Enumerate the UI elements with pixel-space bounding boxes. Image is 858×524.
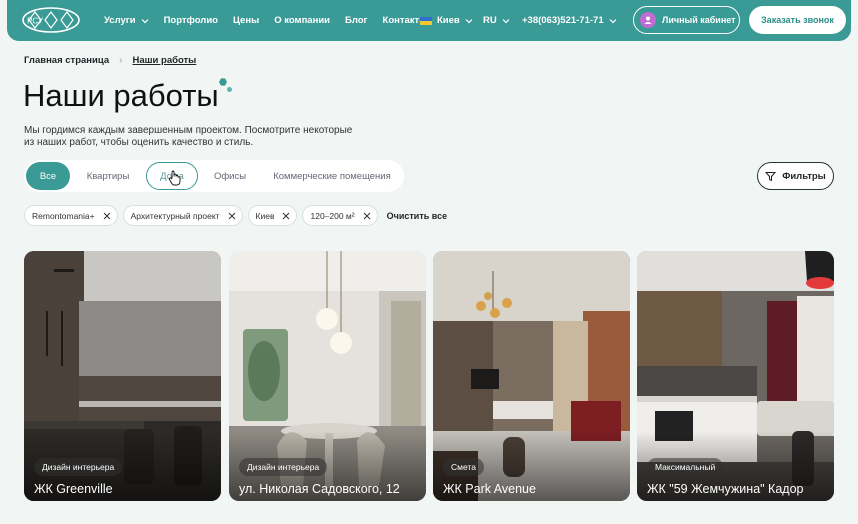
close-icon[interactable] [363, 212, 371, 220]
phone-label: +38(063)521-71-71 [522, 15, 604, 26]
nav-about-label: О компании [274, 15, 331, 26]
hexagon-decoration-icon [219, 78, 227, 86]
project-card[interactable]: Дизайн интерьера ул. Николая Садовского,… [229, 251, 426, 501]
filter-chip: Архитектурный проект [122, 205, 243, 226]
nav-prices[interactable]: Цены [233, 15, 259, 26]
nav-services[interactable]: Услуги [104, 15, 149, 26]
nav-services-label: Услуги [104, 15, 136, 26]
project-card[interactable]: Дизайн интерьера ЖК Greenville [24, 251, 221, 501]
card-title: ЖК Park Avenue [443, 482, 536, 496]
filter-chip-label: Киев [255, 210, 275, 221]
filter-chip: Remontomania+ [24, 205, 118, 226]
project-card[interactable]: Максимальный ЖК "59 Жемчужина" Кадор [637, 251, 834, 501]
close-icon[interactable] [282, 212, 290, 220]
filters-button[interactable]: Фильтры [757, 162, 834, 190]
nav-about[interactable]: О компании [274, 15, 330, 26]
chevron-down-icon [465, 18, 473, 23]
filter-chip: Киев [247, 205, 298, 226]
filters-label: Фильтры [782, 170, 826, 182]
card-title: ул. Николая Садовского, 12 [239, 482, 400, 496]
card-tag: Дизайн интерьера [239, 458, 328, 476]
clear-all-filters[interactable]: Очистить все [387, 211, 447, 221]
cabinet-button[interactable]: Личный кабинет [633, 6, 740, 34]
logo-icon[interactable]: РСУ [21, 6, 81, 34]
nav-prices-label: Цены [233, 15, 260, 26]
breadcrumb: Главная страница › Наши работы [24, 55, 196, 66]
nav-portfolio[interactable]: Портфолио [164, 15, 218, 26]
order-call-button[interactable]: Заказать звонок [749, 6, 846, 34]
breadcrumb-separator: › [119, 55, 123, 66]
tab-all[interactable]: Все [26, 162, 70, 190]
filter-chip: 120–200 м² [302, 205, 378, 226]
city-selector[interactable]: Киев [420, 0, 473, 41]
dot-decoration-icon [227, 87, 232, 92]
hand-cursor-icon [168, 170, 181, 186]
chevron-down-icon [609, 18, 617, 23]
page-intro: Мы гордимся каждым завершенным проектом.… [24, 125, 353, 148]
active-filter-chips: Remontomania+ Архитектурный проект Киев … [24, 205, 447, 226]
user-avatar-icon [640, 12, 656, 28]
close-icon[interactable] [228, 212, 236, 220]
card-tag: Максимальный [647, 458, 724, 476]
category-tabs: Все Квартиры Дома Офисы Коммерческие пом… [24, 160, 404, 192]
tab-apartments[interactable]: Квартиры [76, 162, 140, 190]
cabinet-label: Личный кабинет [662, 15, 736, 25]
tab-offices[interactable]: Офисы [204, 162, 256, 190]
filter-chip-label: 120–200 м² [310, 210, 355, 221]
tab-commercial[interactable]: Коммерческие помещения [268, 162, 396, 190]
nav-blog-label: Блог [345, 15, 368, 26]
site-header: РСУ Услуги Портфолио Цены О компании Бло… [7, 0, 851, 41]
chevron-down-icon [141, 18, 149, 23]
nav-portfolio-label: Портфолио [163, 15, 218, 26]
breadcrumb-current[interactable]: Наши работы [132, 55, 196, 66]
language-selector[interactable]: RU [483, 0, 510, 41]
card-tag: Смета [443, 458, 484, 476]
ukraine-flag-icon [420, 16, 432, 25]
chevron-down-icon [502, 18, 510, 23]
card-tag: Дизайн интерьера [34, 458, 123, 476]
filter-funnel-icon [765, 171, 777, 181]
language-label: RU [483, 15, 497, 26]
page-title: Наши работы [23, 78, 219, 113]
filter-chip-label: Remontomania+ [32, 210, 95, 221]
close-icon[interactable] [103, 212, 111, 220]
city-label: Киев [437, 15, 460, 26]
card-title: ЖК Greenville [34, 482, 113, 496]
filter-chip-label: Архитектурный проект [130, 210, 220, 221]
breadcrumb-home[interactable]: Главная страница [24, 55, 109, 66]
project-card[interactable]: Смета ЖК Park Avenue [433, 251, 630, 501]
main-nav: Услуги Портфолио Цены О компании Блог Ко… [104, 0, 442, 41]
logo-letter-1: РСУ [27, 17, 44, 26]
phone-selector[interactable]: +38(063)521-71-71 [522, 0, 617, 41]
card-title: ЖК "59 Жемчужина" Кадор [647, 482, 804, 496]
nav-blog[interactable]: Блог [345, 15, 368, 26]
